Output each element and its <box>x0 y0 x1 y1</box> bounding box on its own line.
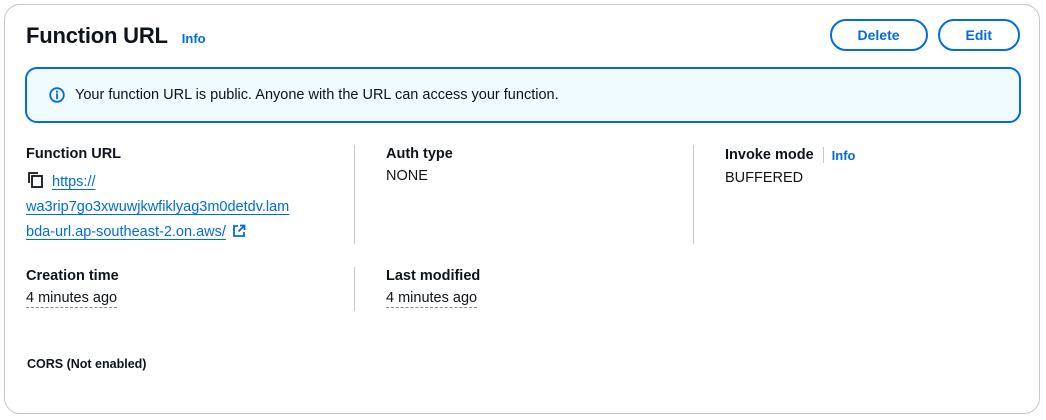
function-url-link-line2[interactable]: wa3rip7go3xwuwjkwfiklyag3m0detdv.lam <box>26 199 289 215</box>
invoke-mode-label-row: Invoke mode Info <box>725 147 855 163</box>
auth-type-label: Auth type <box>386 146 453 162</box>
info-icon <box>49 87 65 103</box>
copy-icon[interactable] <box>26 171 44 189</box>
function-url-panel: Function URL Info Delete Edit Your funct… <box>4 4 1040 414</box>
creation-time-label: Creation time <box>26 268 119 284</box>
header-actions: Delete Edit <box>829 19 1020 51</box>
invoke-mode-field: Invoke mode Info BUFFERED <box>725 146 1015 186</box>
panel-header: Function URL Info <box>26 23 206 49</box>
alert-message: Your function URL is public. Anyone with… <box>75 87 559 103</box>
invoke-mode-value: BUFFERED <box>725 170 804 186</box>
last-modified-field: Last modified 4 minutes ago <box>386 268 676 308</box>
invoke-mode-info-link[interactable]: Info <box>832 148 856 163</box>
label-separator <box>822 147 824 163</box>
creation-time-field: Creation time 4 minutes ago <box>26 268 336 308</box>
external-link-icon[interactable] <box>232 224 246 238</box>
invoke-mode-label: Invoke mode <box>725 147 814 163</box>
info-link[interactable]: Info <box>182 31 206 46</box>
delete-button[interactable]: Delete <box>829 19 928 51</box>
column-divider <box>354 267 355 311</box>
function-url-field: Function URL https:// wa3rip7go3xwuwjkwf… <box>26 146 336 245</box>
info-alert: Your function URL is public. Anyone with… <box>25 67 1021 123</box>
auth-type-field: Auth type NONE <box>386 146 676 184</box>
creation-time-value[interactable]: 4 minutes ago <box>26 290 118 308</box>
function-url-label: Function URL <box>26 146 122 162</box>
function-url-link-line1[interactable]: https:// <box>52 174 96 190</box>
last-modified-label: Last modified <box>386 268 481 284</box>
function-url-value: https:// wa3rip7go3xwuwjkwfiklyag3m0detd… <box>26 170 336 245</box>
auth-type-value: NONE <box>386 168 428 184</box>
cors-status: CORS (Not enabled) <box>27 357 147 371</box>
last-modified-value[interactable]: 4 minutes ago <box>386 290 478 308</box>
edit-button[interactable]: Edit <box>937 19 1020 51</box>
column-divider <box>354 145 355 244</box>
panel-title: Function URL <box>26 23 168 48</box>
function-url-link-line3[interactable]: bda-url.ap-southeast-2.on.aws/ <box>26 224 226 240</box>
column-divider <box>693 145 694 244</box>
